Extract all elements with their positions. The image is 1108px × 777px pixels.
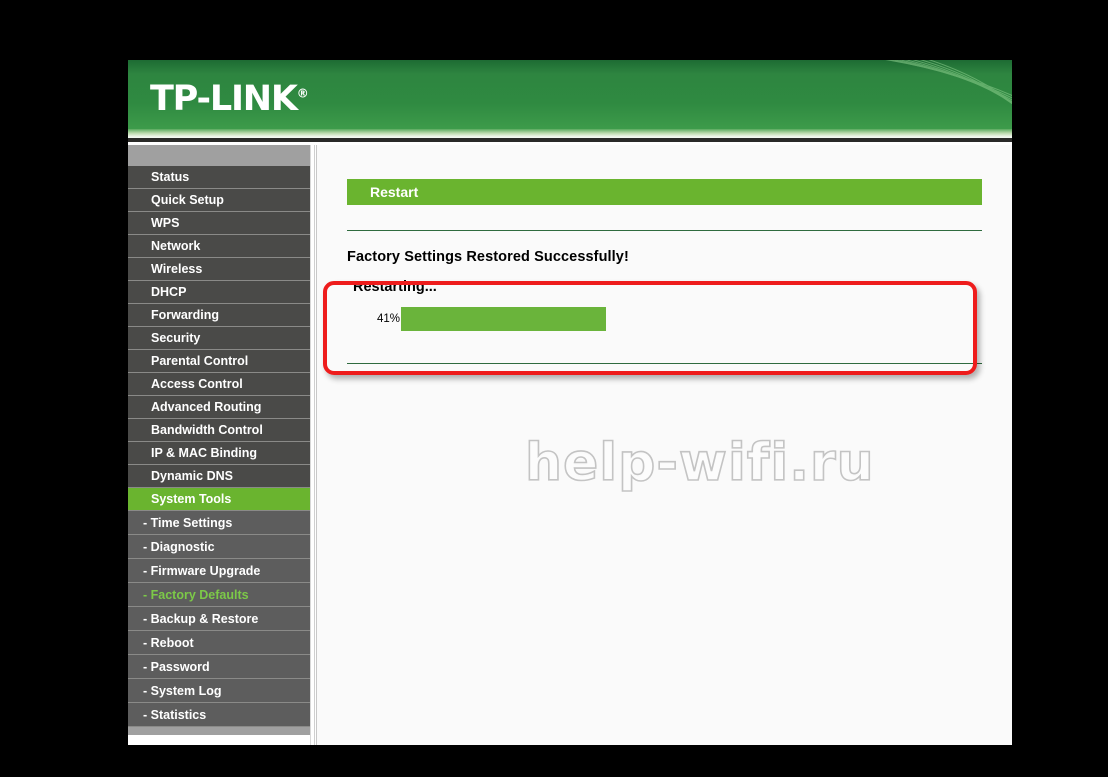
progress-bar-fill xyxy=(401,307,607,331)
sidebar-item-security[interactable]: Security xyxy=(128,327,310,350)
sidebar-item-time-settings[interactable]: - Time Settings xyxy=(128,511,310,535)
sidebar-item-reboot[interactable]: - Reboot xyxy=(128,631,310,655)
sidebar-item-access-control[interactable]: Access Control xyxy=(128,373,310,396)
sidebar-item-dynamic-dns[interactable]: Dynamic DNS xyxy=(128,465,310,488)
content-rule-top xyxy=(347,230,982,231)
factory-restore-status-message: Factory Settings Restored Successfully! xyxy=(347,249,629,265)
sidebar-item-advanced-routing[interactable]: Advanced Routing xyxy=(128,396,310,419)
page-title: Restart xyxy=(347,179,982,205)
restart-progress-block: Restarting... 41% xyxy=(347,279,982,331)
sidebar-item-bandwidth-control[interactable]: Bandwidth Control xyxy=(128,419,310,442)
content-rule-bottom xyxy=(347,363,982,364)
sidebar-navigation: Status Quick Setup WPS Network Wireless DHCP F… xyxy=(128,145,310,735)
tp-link-logo: TP-LINK® xyxy=(150,79,309,119)
logo-text: TP-LINK xyxy=(150,79,298,119)
main-content-panel: Restart Factory Settings Restored Succes… xyxy=(316,145,1012,745)
site-watermark: help-wifi.ru xyxy=(524,432,875,494)
sidebar-top-spacer xyxy=(128,145,310,166)
content-inner: Restart Factory Settings Restored Succes… xyxy=(317,145,1012,494)
sidebar-item-statistics[interactable]: - Statistics xyxy=(128,703,310,727)
sidebar-item-factory-defaults[interactable]: - Factory Defaults xyxy=(128,583,310,607)
sidebar-item-network[interactable]: Network xyxy=(128,235,310,258)
progress-row: 41% xyxy=(347,307,982,331)
sidebar-menu-list: Status Quick Setup WPS Network Wireless DHCP F… xyxy=(128,166,310,727)
sidebar-item-backup-restore[interactable]: - Backup & Restore xyxy=(128,607,310,631)
sidebar-item-ip-mac-binding[interactable]: IP & MAC Binding xyxy=(128,442,310,465)
page-body: Status Quick Setup WPS Network Wireless DHCP F… xyxy=(128,145,1012,745)
sidebar-item-wps[interactable]: WPS xyxy=(128,212,310,235)
sidebar-item-system-tools[interactable]: System Tools xyxy=(128,488,310,511)
page-header: TP-LINK® xyxy=(128,60,1012,138)
restarting-label: Restarting... xyxy=(353,279,437,295)
registered-mark-icon: ® xyxy=(296,86,309,101)
restart-progress-bar xyxy=(401,307,901,331)
header-swoosh-decoration xyxy=(885,60,1012,105)
sidebar-bottom-spacer xyxy=(128,727,310,735)
sidebar-item-password[interactable]: - Password xyxy=(128,655,310,679)
sidebar-item-wireless[interactable]: Wireless xyxy=(128,258,310,281)
sidebar-item-diagnostic[interactable]: - Diagnostic xyxy=(128,535,310,559)
sidebar-item-firmware-upgrade[interactable]: - Firmware Upgrade xyxy=(128,559,310,583)
sidebar-item-system-log[interactable]: - System Log xyxy=(128,679,310,703)
header-gradient-strip xyxy=(128,129,1012,138)
sidebar-item-parental-control[interactable]: Parental Control xyxy=(128,350,310,373)
sidebar-item-forwarding[interactable]: Forwarding xyxy=(128,304,310,327)
column-divider xyxy=(310,145,315,745)
progress-percent-label: 41% xyxy=(377,313,401,325)
router-admin-page: TP-LINK® Status Quick Setup WPS Network Wire… xyxy=(128,60,1012,745)
sidebar-item-status[interactable]: Status xyxy=(128,166,310,189)
sidebar-item-quick-setup[interactable]: Quick Setup xyxy=(128,189,310,212)
sidebar-item-dhcp[interactable]: DHCP xyxy=(128,281,310,304)
